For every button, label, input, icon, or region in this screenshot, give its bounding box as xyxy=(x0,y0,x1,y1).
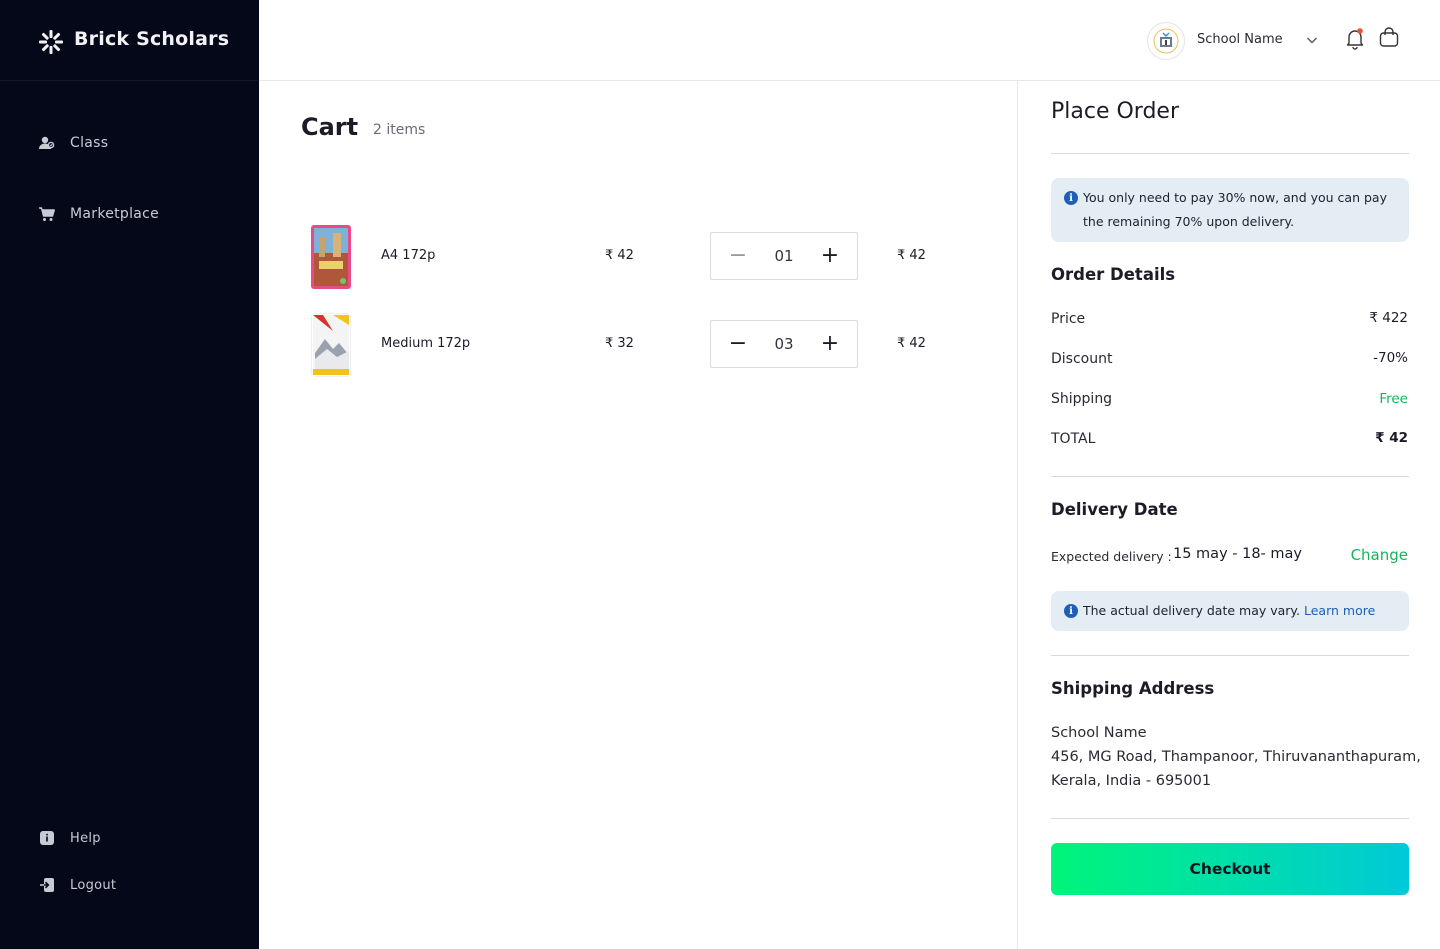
decrease-button[interactable]: − xyxy=(725,331,751,357)
increase-button[interactable]: + xyxy=(817,331,843,357)
school-name[interactable]: School Name xyxy=(1197,32,1283,47)
sidebar-item-class[interactable]: Class xyxy=(38,134,108,152)
price-label: Price xyxy=(1051,311,1086,327)
sidebar-item-logout[interactable]: Logout xyxy=(38,876,116,894)
divider xyxy=(1051,655,1409,656)
info-icon: i xyxy=(1064,191,1078,205)
address-line-1: 456, MG Road, Thampanoor, Thiruvananthap… xyxy=(1051,749,1421,765)
cart-row: A4 172p ₹ 42 − 01 + ₹ 42 xyxy=(301,223,1001,293)
sidebar-item-label: Help xyxy=(70,830,101,846)
address-line-2: Kerala, India - 695001 xyxy=(1051,773,1212,789)
product-total: ₹ 42 xyxy=(897,248,926,263)
brand[interactable]: Brick Scholars xyxy=(0,0,259,81)
total-label: TOTAL xyxy=(1051,431,1096,447)
expected-delivery-label: Expected delivery : xyxy=(1051,549,1172,564)
sidebar-item-label: Class xyxy=(70,135,109,151)
divider xyxy=(1051,818,1409,819)
order-details-title: Order Details xyxy=(1051,265,1176,284)
quantity-stepper: − 01 + xyxy=(710,232,858,280)
payment-info-box: i You only need to pay 30% now, and you … xyxy=(1051,178,1409,242)
top-bar: School Name xyxy=(259,0,1440,81)
change-delivery-link[interactable]: Change xyxy=(1351,546,1408,564)
cart-item-count: 2 items xyxy=(373,122,426,138)
page-title: Cart xyxy=(301,113,359,141)
increase-button[interactable]: + xyxy=(817,243,843,269)
product-price: ₹ 42 xyxy=(605,248,634,263)
school-logo-icon xyxy=(1153,28,1179,54)
product-name: A4 172p xyxy=(381,248,436,263)
product-price: ₹ 32 xyxy=(605,336,634,351)
delivery-info-line: The actual delivery date may vary. Learn… xyxy=(1083,599,1375,623)
product-image xyxy=(311,313,351,377)
brand-logo-icon xyxy=(39,30,63,54)
decrease-button[interactable]: − xyxy=(725,243,751,269)
quantity-value: 01 xyxy=(774,247,794,265)
users-icon xyxy=(38,134,56,152)
sidebar-item-label: Marketplace xyxy=(70,206,160,222)
panel-title: Place Order xyxy=(1051,99,1180,124)
bag-icon[interactable] xyxy=(1378,26,1400,48)
payment-info-text: You only need to pay 30% now, and you ca… xyxy=(1083,190,1387,229)
brand-name: Brick Scholars xyxy=(74,28,230,50)
shipping-value: Free xyxy=(1379,391,1408,407)
shipping-label: Shipping xyxy=(1051,391,1113,407)
sidebar-item-label: Logout xyxy=(70,877,117,893)
total-value: ₹ 42 xyxy=(1375,430,1408,446)
bell-icon[interactable] xyxy=(1344,26,1366,50)
info-icon: i xyxy=(1064,604,1078,618)
product-name: Medium 172p xyxy=(381,336,471,351)
cart-row: Medium 172p ₹ 32 − 03 + ₹ 42 xyxy=(301,311,1001,381)
learn-more-link[interactable]: Learn more xyxy=(1304,603,1375,618)
expected-delivery-value: 15 may - 18- may xyxy=(1173,546,1302,562)
sidebar-item-help[interactable]: Help xyxy=(38,829,101,847)
delivery-info-text: The actual delivery date may vary. xyxy=(1083,603,1301,618)
place-order-panel: Place Order i You only need to pay 30% n… xyxy=(1017,81,1440,949)
price-value: ₹ 422 xyxy=(1369,310,1408,326)
sidebar: Brick Scholars Class Marketplace Help Lo… xyxy=(0,0,259,949)
divider xyxy=(1051,476,1409,477)
shipping-address-title: Shipping Address xyxy=(1051,679,1215,698)
info-icon xyxy=(38,829,56,847)
chevron-down-icon[interactable] xyxy=(1305,33,1319,47)
product-image xyxy=(311,225,351,289)
checkout-button[interactable]: Checkout xyxy=(1051,843,1409,895)
product-total: ₹ 42 xyxy=(897,336,926,351)
quantity-value: 03 xyxy=(774,335,794,353)
sidebar-item-marketplace[interactable]: Marketplace xyxy=(38,205,159,223)
quantity-stepper: − 03 + xyxy=(710,320,858,368)
address-name: School Name xyxy=(1051,725,1147,741)
discount-label: Discount xyxy=(1051,351,1113,367)
cart-icon xyxy=(38,205,56,223)
divider xyxy=(1051,153,1409,154)
cart-section: Cart 2 items A4 172p ₹ 42 − 01 + ₹ 42 Me… xyxy=(259,81,1017,949)
delivery-info-box: i The actual delivery date may vary. Lea… xyxy=(1051,591,1409,631)
discount-value: -70% xyxy=(1373,350,1408,366)
school-avatar[interactable] xyxy=(1147,22,1185,60)
logout-icon xyxy=(38,876,56,894)
delivery-date-title: Delivery Date xyxy=(1051,500,1178,519)
